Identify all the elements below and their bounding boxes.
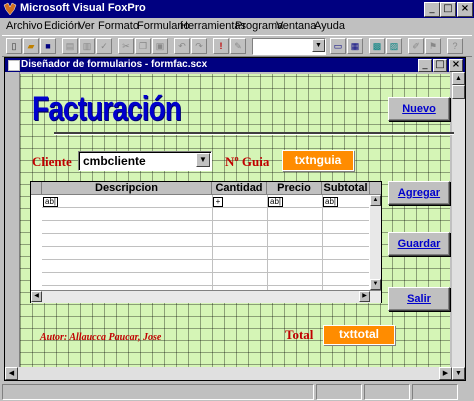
form-maximize-icon[interactable]: □	[433, 59, 447, 72]
agregar-button[interactable]: Agregar	[388, 181, 450, 205]
form-wizard-icon[interactable]: ▩	[369, 38, 385, 54]
app-title-bar: Microsoft Visual FoxPro _ □ ×	[0, 0, 474, 18]
subtotal-textbox-icon: ab|	[323, 197, 338, 207]
grid-scroll-up-icon[interactable]: ▲	[370, 195, 381, 206]
menu-formato[interactable]: Formato	[98, 20, 139, 32]
scroll-up-icon[interactable]: ▲	[452, 72, 465, 85]
help-icon[interactable]: ?	[447, 38, 463, 54]
form-designer-window: Diseñador de formularios - formfac.scx _…	[4, 57, 466, 381]
grid-scroll-down-icon[interactable]: ▼	[370, 279, 381, 290]
grid-col-divider	[322, 195, 323, 290]
undo-icon[interactable]: ↶	[174, 38, 190, 54]
scroll-down-icon[interactable]: ▼	[452, 367, 465, 380]
builder-icon[interactable]: ✐	[408, 38, 424, 54]
view-window-icon[interactable]: ▦	[347, 38, 363, 54]
chevron-down-icon[interactable]: ▼	[196, 153, 210, 167]
form-heading: Facturación	[32, 90, 182, 128]
form-designer-title-bar: Diseñador de formularios - formfac.scx _…	[5, 58, 465, 72]
precio-textbox-icon: ab|	[268, 197, 283, 207]
scroll-thumb[interactable]	[452, 85, 465, 99]
grid-header-subtotal[interactable]: Subtotal	[322, 182, 370, 195]
status-pane-3	[364, 384, 410, 400]
total-field[interactable]: txttotal	[323, 325, 395, 345]
cliente-label: Cliente	[32, 154, 72, 169]
cut-icon[interactable]: ✂	[118, 38, 134, 54]
status-bar	[0, 382, 474, 401]
menu-ventana[interactable]: Ventana	[276, 20, 316, 32]
menu-archivo[interactable]: Archivo	[6, 20, 43, 32]
descripcion-textbox-icon: ab|	[43, 197, 58, 207]
maximize-icon[interactable]: □	[440, 2, 456, 17]
new-file-icon[interactable]: ▯	[6, 38, 22, 54]
table-row[interactable]	[42, 195, 369, 208]
cliente-combo-value: cmbcliente	[83, 154, 146, 168]
guia-field[interactable]: txtnguia	[282, 150, 354, 171]
grid-scroll-left-icon[interactable]: ◀	[31, 291, 42, 302]
form-icon	[8, 60, 20, 71]
print-preview-icon[interactable]: ▥	[79, 38, 95, 54]
run-icon[interactable]: !	[213, 38, 229, 54]
status-pane-4	[412, 384, 458, 400]
app-title: Microsoft Visual FoxPro	[20, 2, 146, 14]
redo-icon[interactable]: ↷	[191, 38, 207, 54]
open-folder-icon[interactable]: ▰	[23, 38, 39, 54]
form-minimize-icon[interactable]: _	[418, 59, 432, 72]
vertical-scrollbar[interactable]: ▲ ▼	[452, 72, 465, 380]
status-pane-2	[316, 384, 362, 400]
form-close-icon[interactable]: ×	[449, 59, 463, 72]
grid-col-divider	[212, 195, 213, 290]
menu-edicion[interactable]: Edición	[44, 20, 80, 32]
table-row[interactable]	[42, 208, 369, 221]
modify-icon[interactable]: ✎	[230, 38, 246, 54]
guardar-button[interactable]: Guardar	[388, 232, 450, 256]
table-row[interactable]	[42, 273, 369, 286]
table-row[interactable]	[42, 221, 369, 234]
paste-icon[interactable]: ▣	[152, 38, 168, 54]
total-label: Total	[285, 327, 314, 342]
standard-toolbar: ▯ ▰ ■ ▤ ▥ ✓ ✂ ❐ ▣ ↶ ↷ ! ✎ ▼ ▭ ▦ ▩ ▨ ✐ ⚑ …	[2, 35, 472, 57]
menu-ver[interactable]: Ver	[78, 20, 95, 32]
menu-bar: Archivo Edición Ver Formato Formulario H…	[0, 18, 474, 35]
minimize-icon[interactable]: _	[424, 2, 440, 17]
table-row[interactable]	[42, 247, 369, 260]
close-icon[interactable]: ×	[457, 2, 473, 17]
report-wizard-icon[interactable]: ▨	[386, 38, 402, 54]
grid-header-descripcion[interactable]: Descripcion	[42, 182, 212, 195]
grid-header-filler	[370, 182, 381, 195]
toolbar-combo[interactable]: ▼	[252, 38, 326, 55]
scroll-left-icon[interactable]: ◀	[5, 367, 18, 380]
form-designer-title: Diseñador de formularios - formfac.scx	[21, 59, 208, 70]
left-gutter	[5, 72, 20, 380]
nuevo-button[interactable]: Nuevo	[388, 97, 450, 121]
grid-scroll-right-icon[interactable]: ▶	[359, 291, 370, 302]
grid-header-precio[interactable]: Precio	[267, 182, 322, 195]
chevron-down-icon[interactable]: ▼	[312, 39, 325, 52]
spell-check-icon[interactable]: ✓	[96, 38, 112, 54]
table-row[interactable]	[42, 234, 369, 247]
guia-label: Nº Guia	[225, 154, 270, 169]
menu-ayuda[interactable]: Ayuda	[314, 20, 345, 32]
horizontal-scrollbar[interactable]: ◀ ▶	[5, 367, 452, 380]
author-label: Autor: Allaucca Paucar, Jose	[40, 332, 162, 343]
heading-divider	[54, 132, 454, 135]
grid-horizontal-scrollbar[interactable]: ◀ ▶	[31, 290, 381, 303]
command-window-icon[interactable]: ▭	[330, 38, 346, 54]
cliente-combo[interactable]: cmbcliente ▼	[78, 151, 212, 171]
save-icon[interactable]: ■	[40, 38, 56, 54]
cantidad-spinner-icon: +	[213, 197, 223, 207]
scroll-right-icon[interactable]: ▶	[439, 367, 452, 380]
wand-icon[interactable]: ⚑	[425, 38, 441, 54]
status-pane-main	[2, 384, 314, 400]
copy-icon[interactable]: ❐	[135, 38, 151, 54]
salir-button[interactable]: Salir	[388, 287, 450, 311]
form-canvas[interactable]: Facturación Nuevo Cliente cmbcliente ▼ N…	[20, 74, 454, 377]
print-icon[interactable]: ▤	[62, 38, 78, 54]
table-row[interactable]	[42, 260, 369, 273]
grid-header-cantidad[interactable]: Cantidad	[212, 182, 267, 195]
grid-corner	[31, 182, 42, 195]
detalle-grid[interactable]: Descripcion Cantidad Precio Subtotal ab|…	[30, 181, 382, 303]
grid-col-divider	[267, 195, 268, 290]
grid-vertical-scrollbar[interactable]: ▲ ▼	[370, 195, 381, 290]
foxpro-app-icon	[3, 2, 17, 16]
